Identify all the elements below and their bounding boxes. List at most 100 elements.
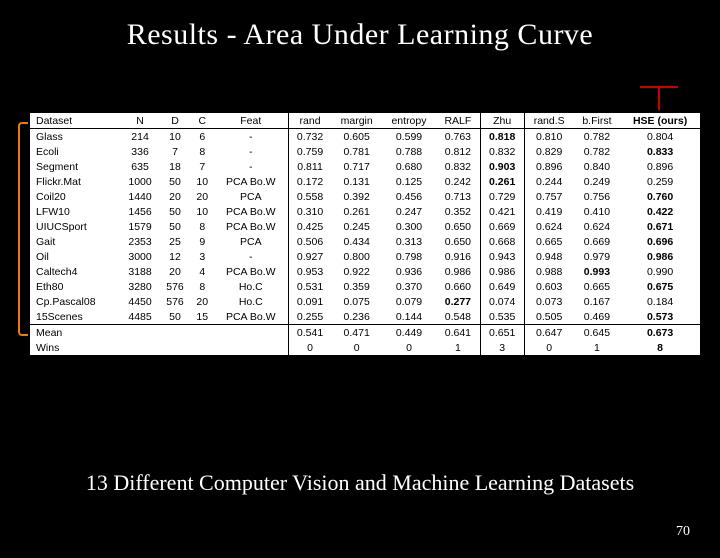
cell-dataset: 15Scenes: [30, 309, 121, 325]
slide-number: 70: [676, 524, 690, 540]
cell-Zhu: 0.535: [480, 309, 524, 325]
cell-Zhu: 0.649: [480, 279, 524, 294]
cell-randS: 0.988: [524, 264, 574, 279]
cell-c: 8: [191, 219, 214, 234]
cell-d: 50: [159, 309, 190, 325]
cell-dataset: Ecoli: [30, 144, 121, 159]
cell-c: 8: [191, 279, 214, 294]
cell-rand: 0.091: [288, 294, 331, 309]
cell-feat: PCA Bo.W: [214, 309, 288, 325]
cell-HSE: 0.671: [620, 219, 700, 234]
cell-d: 25: [159, 234, 190, 249]
cell-c: 15: [191, 309, 214, 325]
table-row: Eth8032805768Ho.C0.5310.3590.3700.6600.6…: [30, 279, 700, 294]
cell-dataset: Gait: [30, 234, 121, 249]
table-row: Gait2353259PCA0.5060.4340.3130.6500.6680…: [30, 234, 700, 249]
cell-d: 7: [159, 144, 190, 159]
cell-n: 1456: [121, 204, 160, 219]
col-margin: margin: [331, 113, 381, 129]
cell-RALF: 0.832: [436, 159, 480, 174]
cell-HSE: 0.990: [620, 264, 700, 279]
cell-RALF: 0.352: [436, 204, 480, 219]
cell-Zhu: 0.651: [480, 325, 524, 341]
cell-RALF: 0.713: [436, 189, 480, 204]
cell-RALF: 0.242: [436, 174, 480, 189]
cell-d: 50: [159, 174, 190, 189]
cell-bFirst: 0.782: [574, 144, 621, 159]
cell-feat: PCA Bo.W: [214, 264, 288, 279]
col-d: D: [159, 113, 190, 129]
cell-RALF: 1: [436, 340, 480, 356]
cell-bFirst: 0.979: [574, 249, 621, 264]
cell-bFirst: 0.993: [574, 264, 621, 279]
cell-entropy: 0.788: [382, 144, 436, 159]
col-bFirst: b.First: [574, 113, 621, 129]
cell-margin: 0.131: [331, 174, 381, 189]
cell-c: 6: [191, 129, 214, 145]
cell-RALF: 0.548: [436, 309, 480, 325]
cell-n: 1000: [121, 174, 160, 189]
cell-Zhu: 0.669: [480, 219, 524, 234]
cell-bFirst: 0.410: [574, 204, 621, 219]
cell-c: 20: [191, 189, 214, 204]
cell-Zhu: 0.261: [480, 174, 524, 189]
cell-margin: 0.800: [331, 249, 381, 264]
cell-margin: 0: [331, 340, 381, 356]
cell-margin: 0.434: [331, 234, 381, 249]
cell-entropy: 0.680: [382, 159, 436, 174]
cell-entropy: 0.370: [382, 279, 436, 294]
cell-entropy: 0.144: [382, 309, 436, 325]
cell-Zhu: 0.903: [480, 159, 524, 174]
cell-feat: PCA Bo.W: [214, 219, 288, 234]
cell-entropy: 0.313: [382, 234, 436, 249]
cell-dataset: Mean: [30, 325, 121, 341]
cell-n: 2353: [121, 234, 160, 249]
col-randS: rand.S: [524, 113, 574, 129]
cell-entropy: 0.079: [382, 294, 436, 309]
cell-dataset: Eth80: [30, 279, 121, 294]
slide-title: Results - Area Under Learning Curve: [0, 18, 720, 52]
cell-d: 20: [159, 189, 190, 204]
cell-HSE: 0.760: [620, 189, 700, 204]
dataset-bracket-left: [18, 122, 28, 336]
cell-RALF: 0.650: [436, 234, 480, 249]
cell-margin: 0.922: [331, 264, 381, 279]
cell-margin: 0.471: [331, 325, 381, 341]
col-RALF: RALF: [436, 113, 480, 129]
cell-randS: 0.073: [524, 294, 574, 309]
cell-randS: 0.647: [524, 325, 574, 341]
cell-margin: 0.245: [331, 219, 381, 234]
table-row: UIUCSport1579508PCA Bo.W0.4250.2450.3000…: [30, 219, 700, 234]
cell-randS: 0.603: [524, 279, 574, 294]
cell-entropy: 0: [382, 340, 436, 356]
cell-rand: 0.531: [288, 279, 331, 294]
cell-entropy: 0.300: [382, 219, 436, 234]
cell-dataset: LFW10: [30, 204, 121, 219]
table-row: Flickr.Mat10005010PCA Bo.W0.1720.1310.12…: [30, 174, 700, 189]
cell-c: 10: [191, 174, 214, 189]
cell-RALF: 0.641: [436, 325, 480, 341]
cell-feat: -: [214, 129, 288, 145]
cell-feat: -: [214, 144, 288, 159]
cell-feat: Ho.C: [214, 294, 288, 309]
cell-margin: 0.717: [331, 159, 381, 174]
cell-randS: 0.419: [524, 204, 574, 219]
cell-d: 50: [159, 204, 190, 219]
cell-rand: 0.759: [288, 144, 331, 159]
cell-margin: 0.075: [331, 294, 381, 309]
cell-RALF: 0.763: [436, 129, 480, 145]
table-row: Coil2014402020PCA0.5580.3920.4560.7130.7…: [30, 189, 700, 204]
cell-Zhu: 0.729: [480, 189, 524, 204]
col-HSE: HSE (ours): [620, 113, 700, 129]
cell-c: 9: [191, 234, 214, 249]
cell-entropy: 0.125: [382, 174, 436, 189]
cell-bFirst: 0.624: [574, 219, 621, 234]
table-row: Glass214106-0.7320.6050.5990.7630.8180.8…: [30, 129, 700, 145]
cell-dataset: Cp.Pascal08: [30, 294, 121, 309]
cell-rand: 0.506: [288, 234, 331, 249]
cell-rand: 0: [288, 340, 331, 356]
table-header-row: DatasetNDCFeatrandmarginentropyRALFZhura…: [30, 113, 700, 129]
hse-highlight-line: [658, 88, 660, 110]
table-row: Segment635187-0.8110.7170.6800.8320.9030…: [30, 159, 700, 174]
cell-Zhu: 0.074: [480, 294, 524, 309]
